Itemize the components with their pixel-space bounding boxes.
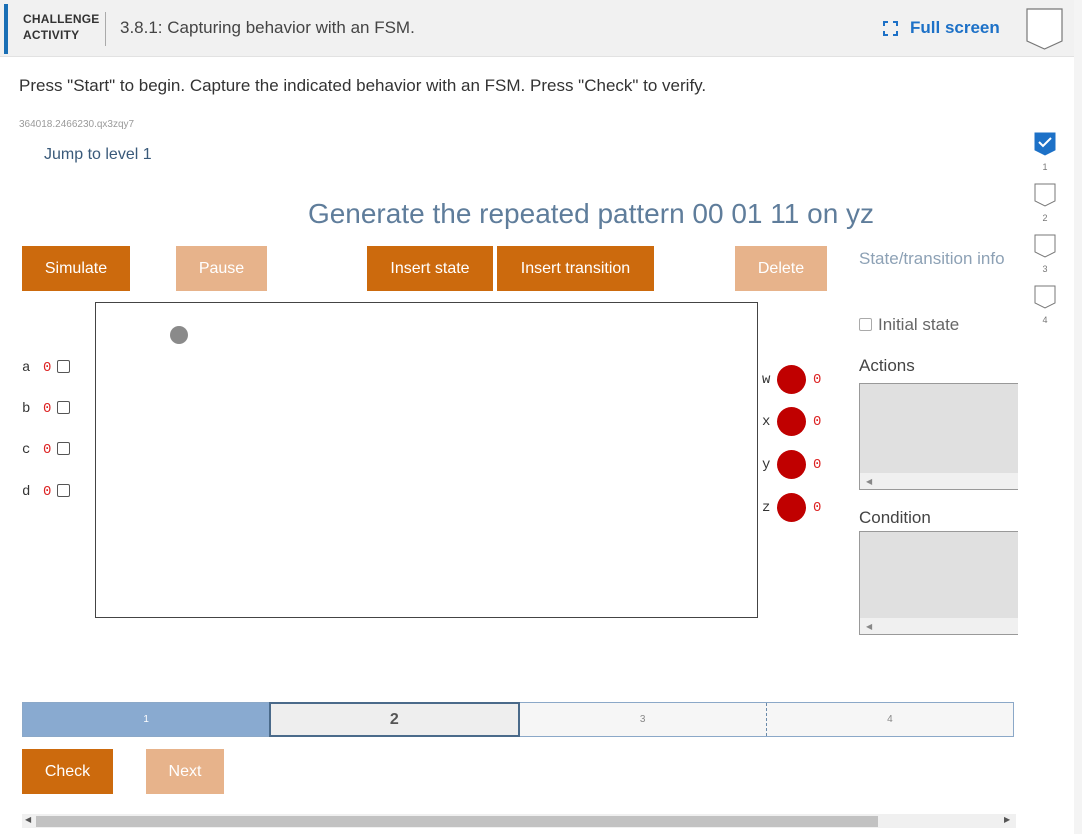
output-led-icon xyxy=(777,450,806,479)
condition-label: Condition xyxy=(859,508,931,527)
output-value: 0 xyxy=(813,499,822,516)
challenge-prompt: Generate the repeated pattern 00 01 11 o… xyxy=(307,198,875,229)
level-chip-number: 4 xyxy=(1042,315,1048,325)
level-chip-4[interactable]: 4 xyxy=(1034,285,1056,325)
level-completed-check-icon xyxy=(1034,132,1056,156)
output-name: z xyxy=(762,499,771,516)
output-name: x xyxy=(762,413,771,430)
input-value: 0 xyxy=(43,401,52,417)
input-checkbox[interactable] xyxy=(57,400,70,414)
activity-type-label: CHALLENGE ACTIVITY xyxy=(23,11,99,43)
input-c: c 0 xyxy=(22,441,70,458)
fullscreen-icon xyxy=(883,20,898,36)
scroll-right-arrow-icon[interactable]: ▶ xyxy=(1004,815,1010,824)
simulate-button[interactable]: Simulate xyxy=(22,246,130,291)
instructions-text: Press "Start" to begin. Capture the indi… xyxy=(19,76,707,95)
progress-segment-4[interactable]: 4 xyxy=(766,703,1013,736)
output-z: z 0 xyxy=(762,493,821,522)
input-checkbox[interactable] xyxy=(57,483,70,497)
initial-state-checkbox[interactable] xyxy=(859,318,872,331)
input-a: a 0 xyxy=(22,359,70,376)
level-chip-1[interactable]: 1 xyxy=(1034,132,1056,172)
right-edge-strip xyxy=(1074,0,1082,834)
output-name: y xyxy=(762,456,771,473)
delete-button[interactable]: Delete xyxy=(735,246,827,291)
level-progress-bar: 1 2 3 4 xyxy=(22,702,1014,737)
level-chip-number: 3 xyxy=(1042,264,1048,274)
fsm-canvas[interactable] xyxy=(95,302,758,618)
progress-segment-2[interactable]: 2 xyxy=(269,702,520,737)
input-value: 0 xyxy=(43,442,52,458)
output-name: w xyxy=(762,371,771,388)
level-chip-3[interactable]: 3 xyxy=(1034,234,1056,274)
initial-state-label: Initial state xyxy=(878,315,960,334)
input-value: 0 xyxy=(43,484,52,500)
insert-state-button[interactable]: Insert state xyxy=(367,246,493,291)
jump-to-level-link[interactable]: Jump to level 1 xyxy=(44,146,152,164)
completion-badge-icon xyxy=(1026,8,1063,50)
output-led-icon xyxy=(777,365,806,394)
level-badge-icon xyxy=(1034,285,1056,309)
input-name: c xyxy=(22,442,31,458)
input-name: d xyxy=(22,484,31,500)
state-transition-info-heading: State/transition info xyxy=(859,249,1005,268)
initial-state-marker[interactable] xyxy=(170,326,188,344)
fullscreen-label: Full screen xyxy=(910,18,1000,37)
next-button[interactable]: Next xyxy=(146,749,224,794)
input-checkbox[interactable] xyxy=(57,359,70,373)
fullscreen-button[interactable]: Full screen xyxy=(883,18,1000,38)
input-checkbox[interactable] xyxy=(57,441,70,455)
progress-segment-1[interactable]: 1 xyxy=(23,703,270,736)
insert-transition-button[interactable]: Insert transition xyxy=(497,246,654,291)
scroll-left-arrow-icon[interactable]: ◀ xyxy=(866,622,872,631)
check-button[interactable]: Check xyxy=(22,749,113,794)
activity-type-line2: ACTIVITY xyxy=(23,28,80,42)
input-name: a xyxy=(22,360,31,376)
output-value: 0 xyxy=(813,456,822,473)
condition-scrollbar[interactable] xyxy=(860,618,1018,634)
activity-title: 3.8.1: Capturing behavior with an FSM. xyxy=(120,18,415,37)
level-badge-icon xyxy=(1034,234,1056,258)
input-value: 0 xyxy=(43,360,52,376)
actions-label: Actions xyxy=(859,356,915,375)
header-divider xyxy=(105,12,106,46)
actions-textarea[interactable]: ◀ xyxy=(859,383,1018,490)
condition-textarea[interactable]: ◀ xyxy=(859,531,1018,635)
progress-segment-3[interactable]: 3 xyxy=(519,703,767,736)
input-d: d 0 xyxy=(22,483,70,500)
output-value: 0 xyxy=(813,413,822,430)
scroll-left-arrow-icon[interactable]: ◀ xyxy=(866,477,872,486)
output-y: y 0 xyxy=(762,450,821,479)
output-w: w 0 xyxy=(762,365,821,394)
activity-code: 364018.2466230.qx3zqy7 xyxy=(19,119,135,130)
activity-type-line1: CHALLENGE xyxy=(23,12,100,26)
output-led-icon xyxy=(777,493,806,522)
output-x: x 0 xyxy=(762,407,821,436)
header-accent-bar xyxy=(4,4,8,54)
level-chip-number: 1 xyxy=(1042,162,1048,172)
scroll-left-arrow-icon[interactable]: ◀ xyxy=(25,815,31,824)
pause-button[interactable]: Pause xyxy=(176,246,267,291)
actions-scrollbar[interactable] xyxy=(860,473,1018,489)
horizontal-scrollbar-thumb[interactable] xyxy=(36,816,878,827)
input-b: b 0 xyxy=(22,400,70,417)
input-name: b xyxy=(22,401,31,417)
output-value: 0 xyxy=(813,371,822,388)
output-led-icon xyxy=(777,407,806,436)
